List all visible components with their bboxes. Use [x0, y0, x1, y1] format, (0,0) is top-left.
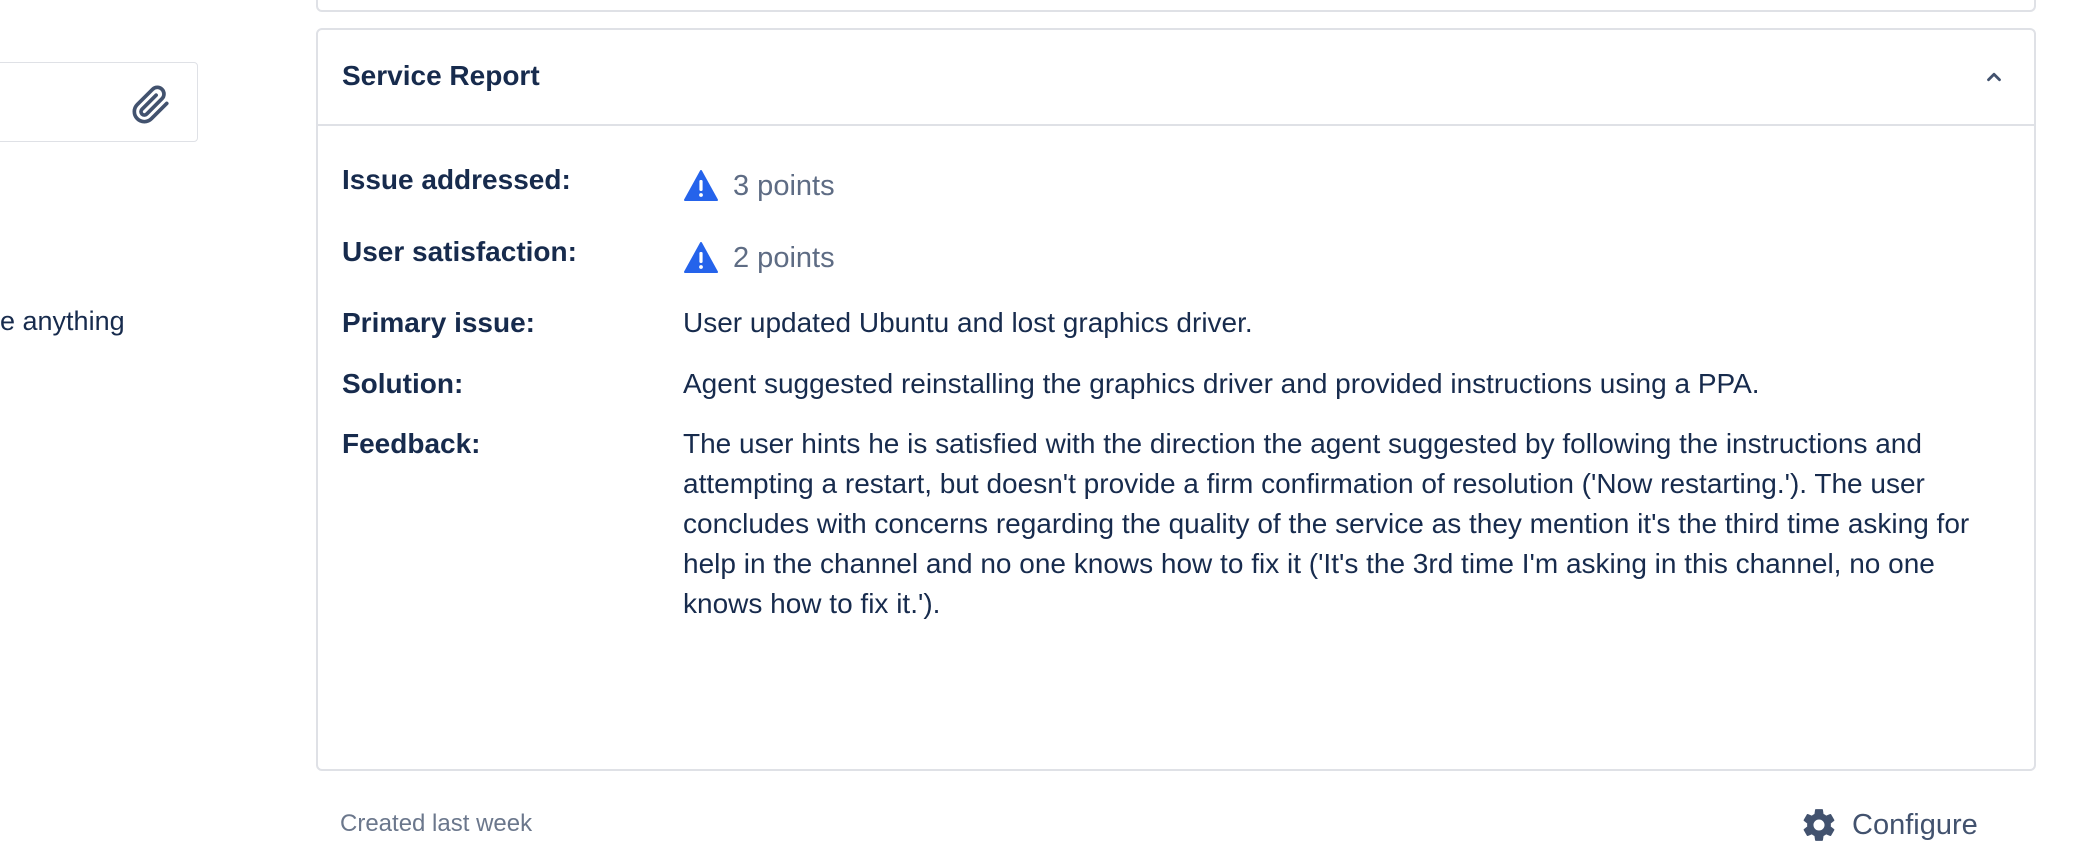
- page: e anything Service Report Issue addresse…: [0, 0, 2080, 854]
- user-satisfaction-points-text: 2 points: [733, 242, 835, 274]
- configure-button[interactable]: Configure: [1800, 806, 1978, 844]
- chevron-up-icon[interactable]: [1974, 57, 2014, 97]
- left-partial-text: e anything: [0, 306, 125, 336]
- comment-input[interactable]: [0, 62, 198, 142]
- issue-addressed-points: 3 points: [683, 166, 1994, 206]
- user-satisfaction-points: 2 points: [683, 238, 1994, 278]
- issue-addressed-label: Issue addressed:: [342, 164, 571, 195]
- previous-card-edge: [316, 0, 2036, 12]
- primary-issue-value: User updated Ubuntu and lost graphics dr…: [683, 307, 1253, 338]
- feedback-label: Feedback:: [342, 428, 481, 459]
- service-report-title: Service Report: [342, 60, 540, 91]
- service-report-header[interactable]: Service Report: [318, 30, 2034, 126]
- configure-label: Configure: [1852, 808, 1978, 841]
- warning-icon: [683, 168, 719, 204]
- solution-value: Agent suggested reinstalling the graphic…: [683, 368, 1760, 399]
- paperclip-icon[interactable]: [131, 85, 171, 125]
- service-report-body: Issue addressed: 3 points User satisfact…: [318, 126, 2034, 766]
- created-timestamp: Created last week: [340, 810, 533, 837]
- warning-icon: [683, 240, 719, 276]
- service-report-card: Service Report Issue addressed: 3 points…: [316, 28, 2036, 771]
- primary-issue-label: Primary issue:: [342, 307, 535, 338]
- issue-addressed-value: 3 points: [683, 166, 1994, 206]
- user-satisfaction-value: 2 points: [683, 238, 1994, 278]
- gear-icon: [1800, 806, 1838, 844]
- issue-addressed-points-text: 3 points: [733, 170, 835, 202]
- user-satisfaction-label: User satisfaction:: [342, 236, 577, 267]
- feedback-value: The user hints he is satisfied with the …: [683, 428, 1970, 619]
- solution-label: Solution:: [342, 368, 464, 399]
